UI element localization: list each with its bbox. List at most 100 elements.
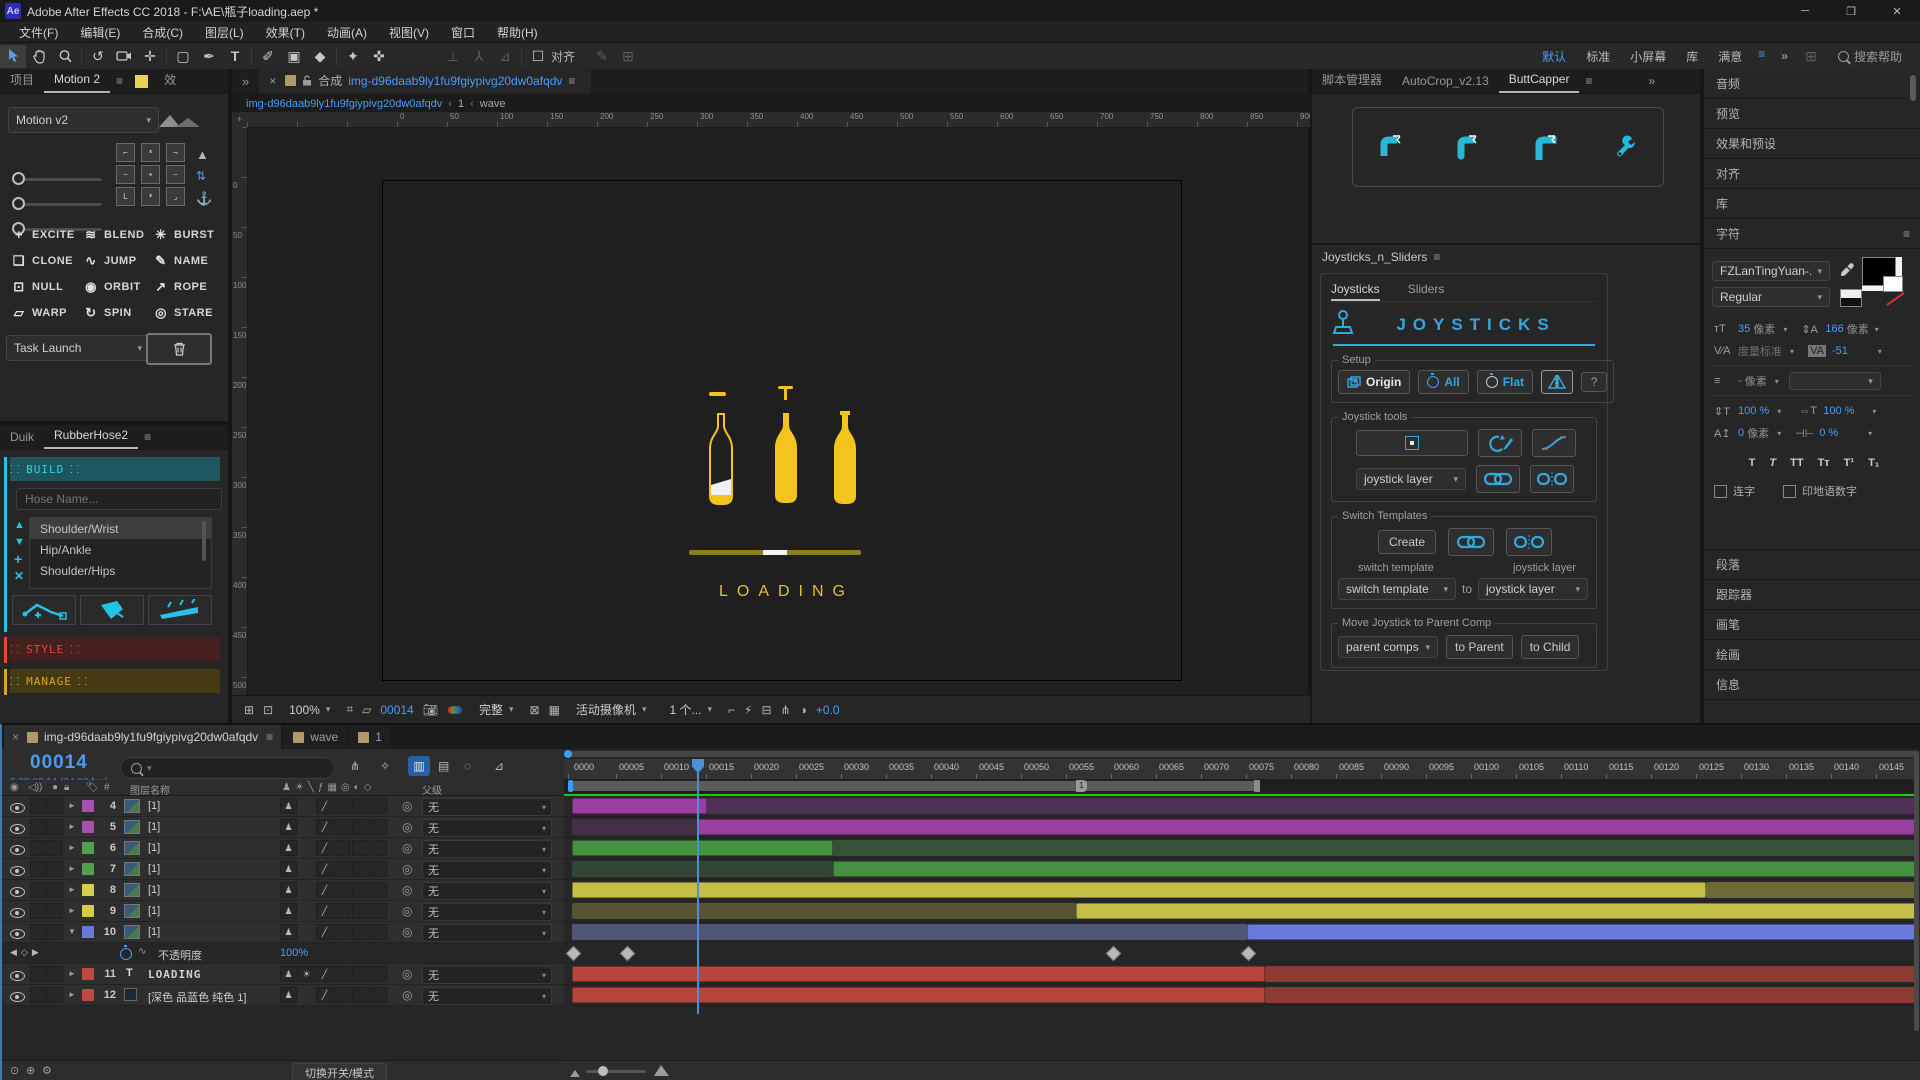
collapse-switch[interactable]: ☀ [298, 966, 315, 982]
layer-row[interactable]: ►5[1]♟╱◎无▾ [2, 817, 564, 838]
list-down-icon[interactable]: ▼ [14, 536, 25, 548]
snapshot-icon[interactable]: 📷︎ [423, 703, 438, 717]
time-ruler[interactable]: 0000000050001000015000200002500030000350… [564, 759, 1917, 780]
timeline-tab-1[interactable]: 1 [348, 725, 390, 749]
layer-color-swatch[interactable] [82, 905, 94, 917]
grid-options-icon[interactable]: ⌗ [346, 702, 353, 717]
layer-bar-dim[interactable] [1265, 966, 1917, 982]
create-button[interactable]: Create [1378, 530, 1436, 554]
property-name[interactable]: 不透明度 [158, 947, 202, 963]
jns-panel-title[interactable]: Joysticks_n_Sliders [1322, 250, 1427, 264]
help-button[interactable]: ? [1581, 372, 1607, 392]
tab-rubberhose2[interactable]: RubberHose2 [44, 424, 138, 449]
layer-color-swatch[interactable] [82, 800, 94, 812]
font-family-dropdown[interactable]: FZLanTingYuan-...▾ [1712, 261, 1830, 281]
blank-switch[interactable] [334, 987, 351, 1003]
quality-switch[interactable]: ╱ [316, 924, 333, 940]
zoom-in-mountain-icon[interactable] [654, 1063, 669, 1079]
blank-switch[interactable] [30, 819, 47, 835]
flat-button[interactable]: Flat [1477, 370, 1533, 394]
horizontal-ruler[interactable]: 0501001502002503003504004505005506006507… [247, 112, 1310, 128]
fill-color-swatch[interactable] [1862, 257, 1902, 291]
hose-dynamics-button[interactable] [148, 595, 212, 625]
origin-button[interactable]: Origin [1338, 370, 1410, 394]
workspace-menu-icon[interactable]: ≡ [1752, 47, 1771, 66]
blank-switch[interactable] [352, 924, 369, 940]
vertical-ruler[interactable]: 050100150200250300350400450500 [232, 127, 248, 695]
list-add-icon[interactable]: + [14, 551, 22, 567]
view-dropdown[interactable]: 活动摄像机▾ [569, 701, 654, 718]
layer-row[interactable]: ►11TLOADING♟☀╱◎无▾ [2, 964, 564, 985]
layer-color-swatch[interactable] [82, 821, 94, 833]
create-hose-button[interactable] [12, 595, 76, 625]
menu-item-帮助(H)[interactable]: 帮助(H) [486, 24, 549, 41]
stopwatch-icon[interactable] [120, 948, 132, 960]
menu-item-视图(V)[interactable]: 视图(V) [378, 24, 440, 41]
rotate-tool-icon[interactable]: ↺ [85, 45, 111, 68]
stroke-swatch[interactable] [1840, 289, 1862, 307]
magnification-dropdown[interactable]: 100%▾ [282, 703, 337, 717]
quality-switch[interactable]: ╱ [316, 840, 333, 856]
layer-color-swatch[interactable] [82, 989, 94, 1001]
slider-knob[interactable] [12, 197, 25, 210]
layer-bar[interactable] [572, 840, 833, 856]
eye-icon[interactable] [10, 908, 25, 918]
blank-switch[interactable] [352, 840, 369, 856]
blank-switch[interactable] [370, 924, 387, 940]
layer-bar-row[interactable] [564, 817, 1917, 838]
section-效果和预设[interactable]: 效果和预设 [1704, 129, 1920, 159]
layer-bar-dim[interactable] [833, 840, 1917, 856]
parent-pickwhip-icon[interactable]: ◎ [402, 820, 412, 834]
keyframe-navigator[interactable]: ◀◇▶ [10, 947, 43, 958]
layer-bar[interactable] [833, 861, 1917, 877]
layer-bar[interactable] [1076, 903, 1917, 919]
parent-pickwhip-icon[interactable]: ◎ [402, 904, 412, 918]
panel-menu-icon[interactable]: ≡ [138, 430, 157, 449]
cap-projecting-icon[interactable] [1534, 134, 1560, 160]
keyframe-diamond[interactable] [620, 946, 636, 962]
parent-pickwhip-icon[interactable]: ◎ [402, 799, 412, 813]
tab-duik[interactable]: Duik [0, 426, 44, 449]
cap-round-icon[interactable] [1456, 134, 1482, 160]
layer-bar-row[interactable] [564, 985, 1917, 1006]
parent-dropdown[interactable]: 无▾ [422, 861, 552, 879]
layer-bar[interactable] [572, 987, 1265, 1003]
work-area-end-handle[interactable] [1254, 780, 1260, 792]
layer-bar-row[interactable] [564, 964, 1917, 985]
motion-tool-stare[interactable]: ◎STARE [152, 305, 213, 321]
snap-checkbox[interactable]: ☐ [525, 45, 551, 68]
pen-tool-icon[interactable]: ✒ [196, 45, 222, 68]
motion-tool-rope[interactable]: ↗ROPE [152, 279, 207, 295]
joystick-target-button[interactable] [1356, 430, 1468, 456]
hose-preset-Shoulder/Wrist[interactable]: Shoulder/Wrist [30, 518, 211, 539]
layer-name[interactable]: [1] [148, 842, 160, 854]
quality-switch[interactable]: ╱ [316, 861, 333, 877]
panel-menu-icon[interactable]: ≡ [110, 74, 129, 93]
parent-dropdown[interactable]: 无▾ [422, 966, 552, 984]
layer-bar[interactable] [572, 798, 707, 814]
expand-arrow-icon[interactable]: ► [68, 885, 76, 894]
blank-switch[interactable] [370, 987, 387, 1003]
panel-menu-icon[interactable]: ≡ [1579, 74, 1598, 93]
shape-tool-icon[interactable]: ▢ [170, 45, 196, 68]
layer-row[interactable]: ►7[1]♟╱◎无▾ [2, 859, 564, 880]
hose-name-input[interactable] [16, 488, 222, 510]
blank-switch[interactable] [30, 924, 47, 940]
style-header[interactable]: ⸬ STYLE ⸬ [10, 637, 220, 661]
layer-color-swatch[interactable] [82, 884, 94, 896]
to-parent-button[interactable]: to Parent [1446, 635, 1513, 659]
anchor-grid-1-1[interactable]: ▪ [141, 165, 160, 184]
blank-switch[interactable] [352, 987, 369, 1003]
shy-switch[interactable]: ♟ [280, 798, 297, 814]
maximize-button[interactable]: ❐ [1828, 0, 1874, 22]
motion-tool-null[interactable]: ⊡NULL [10, 279, 63, 295]
help-search[interactable]: 搜索帮助 [1838, 48, 1902, 65]
shy-switch[interactable]: ♟ [280, 861, 297, 877]
joystick-layer-dropdown2[interactable]: joystick layer▾ [1478, 578, 1588, 600]
pan-behind-tool-icon[interactable]: ✛ [137, 45, 163, 68]
mini-flowchart-icon[interactable]: ⋔ [350, 759, 360, 773]
property-row[interactable]: ◀◇▶∿不透明度100% [2, 943, 564, 964]
list-remove-icon[interactable]: ✕ [14, 569, 24, 583]
blank-switch[interactable] [46, 966, 63, 982]
draft-3d-icon[interactable]: ✧ [380, 759, 390, 773]
